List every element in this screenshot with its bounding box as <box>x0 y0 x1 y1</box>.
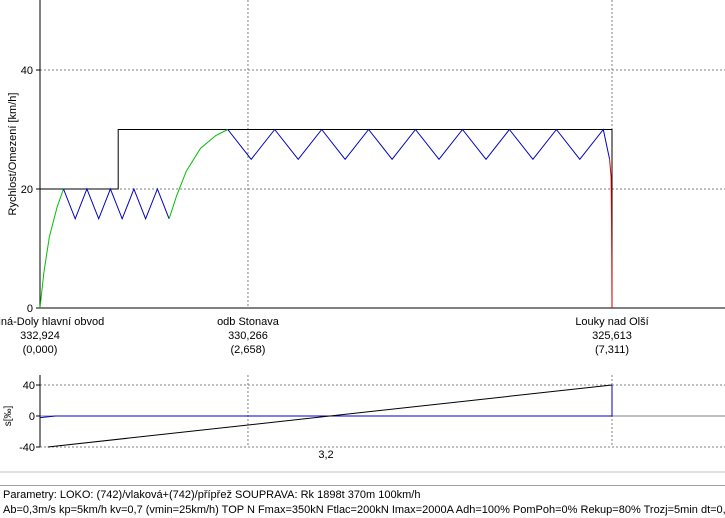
speed-series-braking <box>609 159 613 309</box>
station-labels: Karviná-Doly hlavní obvod 332,924 (0,000) o… <box>0 316 649 356</box>
speed-y-tick-label: 40 <box>21 65 33 77</box>
station-distance: (7,311) <box>595 344 629 356</box>
gradient-y-tick-label: 0 <box>29 411 35 423</box>
chart-view: 0 20 40 Rychlost/Omezení [km/h] Karviná-Do… <box>0 0 725 473</box>
gradient-x-marker-label: 3,2 <box>318 449 333 461</box>
speed-series-coasting <box>63 187 170 221</box>
gradient-chart: 40 0 -40 s[‰] 3,2 <box>3 375 725 461</box>
speed-series-coasting <box>227 128 611 161</box>
station-km: 325,613 <box>592 330 632 342</box>
speed-series <box>39 128 613 309</box>
speed-gridlines <box>39 0 725 308</box>
speed-series-speed-limit <box>40 129 613 308</box>
speed-chart: 0 20 40 Rychlost/Omezení [km/h] <box>7 0 725 315</box>
speed-y-axis-label: Rychlost/Omezení [km/h] <box>7 93 19 216</box>
gradient-y-ticks: 40 0 -40 <box>19 380 40 454</box>
station-name: odb Stonava <box>217 316 280 328</box>
speed-y-tick-label: 20 <box>21 184 33 196</box>
gradient-series-gradient <box>39 385 613 419</box>
station-km: 330,266 <box>228 330 268 342</box>
station-distance: (2,658) <box>231 344 266 356</box>
status-bar: Parametry: LOKO: (742)/vlaková+(742)/pří… <box>0 485 725 518</box>
gradient-y-tick-label: -40 <box>19 442 35 454</box>
station-name: Louky nad Olší <box>575 316 648 328</box>
gradient-series <box>39 384 613 448</box>
status-settings: Ab=0,3m/s kp=5km/h kv=0,7 (vmin=25km/h) … <box>3 504 725 516</box>
gradient-y-axis-label: s[‰] <box>3 406 14 427</box>
speed-y-ticks: 0 20 40 <box>21 65 40 315</box>
station-distance: (0,000) <box>23 344 58 356</box>
speed-series-acceleration <box>39 188 64 309</box>
station-km: 332,924 <box>20 330 60 342</box>
status-parameters: Parametry: LOKO: (742)/vlaková+(742)/pří… <box>3 489 421 501</box>
station-name: Karviná-Doly hlavní obvod <box>0 316 104 328</box>
gradient-y-tick-label: 40 <box>23 380 35 392</box>
speed-y-tick-label: 0 <box>27 303 33 315</box>
speed-series-acceleration <box>168 129 229 219</box>
